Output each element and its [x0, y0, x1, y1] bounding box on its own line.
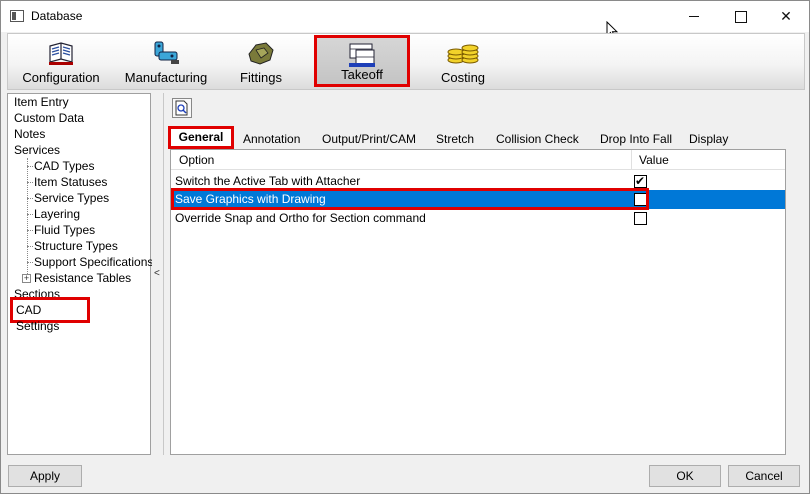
ribbon-toolbar: Configuration Manufacturing Fittings Tak… — [7, 33, 805, 90]
tree-item-cad-settings[interactable]: CAD Settings — [10, 297, 90, 333]
database-window: Database ✕ Configuration Manufacturing F… — [0, 0, 810, 494]
preview-button[interactable] — [172, 98, 192, 118]
tab-display[interactable]: Display — [689, 131, 728, 147]
tree-item-notes[interactable]: Notes — [14, 126, 45, 142]
tree-item-resistance-tables[interactable]: Resistance Tables — [34, 270, 131, 286]
close-button[interactable]: ✕ — [763, 1, 809, 32]
ribbon-label: Fittings — [240, 70, 282, 85]
grid-header: Option Value — [171, 150, 785, 170]
ribbon-label: Costing — [440, 70, 486, 85]
column-header-option[interactable]: Option — [179, 153, 214, 167]
costing-icon — [447, 44, 479, 64]
tab-strip: General Annotation Output/Print/CAM Stre… — [168, 126, 798, 149]
tree-item-layering[interactable]: Layering — [34, 206, 80, 222]
ribbon-fittings-button[interactable]: Fittings — [226, 34, 296, 90]
ribbon-label: Manufacturing — [124, 70, 208, 85]
tree-connector — [27, 182, 33, 183]
cancel-button[interactable]: Cancel — [728, 465, 800, 487]
ribbon-manufacturing-button[interactable]: Manufacturing — [116, 34, 216, 90]
tree-item-support-specifications[interactable]: Support Specifications — [34, 254, 153, 270]
option-checkbox[interactable] — [634, 174, 647, 188]
option-row[interactable]: Override Snap and Ortho for Section comm… — [171, 209, 785, 228]
tree-item-item-statuses[interactable]: Item Statuses — [34, 174, 107, 190]
manufacturing-icon — [154, 41, 179, 64]
tab-output-print-cam[interactable]: Output/Print/CAM — [322, 131, 416, 147]
preview-document-icon — [175, 100, 188, 116]
option-checkbox[interactable] — [634, 193, 647, 206]
collapse-arrow-icon[interactable]: < — [154, 268, 160, 279]
fittings-icon — [248, 42, 274, 65]
tab-general[interactable]: General — [168, 126, 234, 149]
option-label: Override Snap and Ortho for Section comm… — [175, 211, 426, 225]
pane-splitter[interactable]: < — [152, 93, 164, 455]
maximize-button[interactable] — [717, 1, 763, 32]
tab-stretch[interactable]: Stretch — [436, 131, 474, 147]
settings-panel: General Annotation Output/Print/CAM Stre… — [164, 93, 805, 457]
takeoff-icon — [349, 43, 375, 67]
ribbon-label: Takeoff — [341, 67, 383, 82]
tree-item-cad-types[interactable]: CAD Types — [34, 158, 94, 174]
tree-connector — [27, 230, 33, 231]
expand-icon[interactable]: + — [22, 274, 31, 283]
option-checkbox[interactable] — [634, 212, 647, 225]
tree-item-fluid-types[interactable]: Fluid Types — [34, 222, 95, 238]
tree-connector — [27, 262, 33, 263]
option-label: Switch the Active Tab with Attacher — [175, 174, 361, 188]
options-grid: Option Value Switch the Active Tab with … — [170, 149, 786, 455]
apply-button[interactable]: Apply — [8, 465, 82, 487]
ribbon-configuration-button[interactable]: Configuration — [16, 34, 106, 90]
tree-connector — [27, 214, 33, 215]
option-label: Save Graphics with Drawing — [175, 192, 326, 206]
settings-tree: Item Entry Custom Data Notes Services CA… — [7, 93, 153, 455]
app-icon — [10, 10, 24, 22]
tree-connector — [27, 198, 33, 199]
tree-item-label: CAD Settings — [16, 303, 60, 333]
tree-item-item-entry[interactable]: Item Entry — [14, 94, 69, 110]
ok-button[interactable]: OK — [649, 465, 721, 487]
column-divider[interactable] — [631, 150, 632, 170]
configuration-icon — [49, 42, 73, 65]
tree-connector — [27, 158, 28, 276]
ribbon-label: Configuration — [22, 70, 100, 85]
tree-connector — [27, 166, 33, 167]
option-row-selected[interactable]: Save Graphics with Drawing — [171, 190, 785, 209]
column-header-value[interactable]: Value — [639, 153, 669, 167]
tab-annotation[interactable]: Annotation — [243, 131, 300, 147]
tab-drop-into-fall[interactable]: Drop Into Fall — [600, 131, 672, 147]
ribbon-costing-button[interactable]: Costing — [428, 34, 498, 90]
window-title: Database — [31, 9, 83, 23]
tree-item-custom-data[interactable]: Custom Data — [14, 110, 84, 126]
tree-item-structure-types[interactable]: Structure Types — [34, 238, 118, 254]
tree-item-service-types[interactable]: Service Types — [34, 190, 109, 206]
minimize-button[interactable] — [671, 1, 717, 32]
title-bar: Database ✕ — [1, 1, 809, 40]
tab-collision-check[interactable]: Collision Check — [496, 131, 579, 147]
ribbon-takeoff-button[interactable]: Takeoff — [314, 35, 410, 87]
tree-connector — [27, 246, 33, 247]
option-row[interactable]: Switch the Active Tab with Attacher — [171, 172, 785, 191]
tree-item-services[interactable]: Services — [14, 142, 60, 158]
